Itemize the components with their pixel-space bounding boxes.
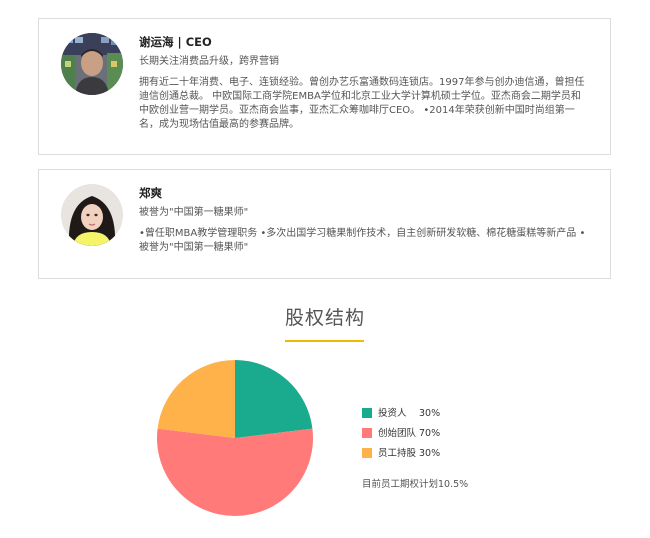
pie-slice xyxy=(157,428,313,516)
profile-bio: •曾任职MBA教学管理职务 •多次出国学习糖果制作技术，自主创新研发软糖、棉花糖… xyxy=(139,228,586,253)
legend-label: 投资人 xyxy=(378,408,407,419)
profile-bio: 拥有近二十年消费、电子、连锁经验。曾创办艺乐富通数码连锁店。1997年参与创办迪… xyxy=(139,77,585,130)
avatar-ceo xyxy=(61,33,123,95)
legend-label: 员工持股 xyxy=(378,448,417,459)
legend-item-founders: 创始团队 70% xyxy=(362,425,440,443)
legend-value: 30% xyxy=(419,448,441,459)
profile-name: 谢运海 | CEO xyxy=(139,35,212,49)
equity-section-title: 股权结构 xyxy=(284,307,365,329)
equity-note: 目前员工期权计划10.5% xyxy=(362,479,469,490)
profile-card-zheng: 郑爽 被誉为"中国第一糖果师" •曾任职MBA教学管理职务 •多次出国学习糖果制… xyxy=(38,169,611,279)
equity-pie-chart xyxy=(155,358,315,522)
legend-label: 创始团队 xyxy=(378,428,417,439)
legend-item-employees: 员工持股 30% xyxy=(362,445,440,463)
legend-value: 30% xyxy=(419,408,441,419)
chart-legend: 投资人 30% 创始团队 70% 员工持股 30% xyxy=(362,405,440,465)
profile-card-ceo: 谢运海 | CEO 长期关注消费品升级，跨界营销 拥有近二十年消费、电子、连锁经… xyxy=(38,18,611,155)
legend-value: 70% xyxy=(419,428,441,439)
legend-swatch xyxy=(362,407,372,418)
legend-swatch xyxy=(362,427,372,438)
pie-slice xyxy=(235,360,313,438)
profile-name: 郑爽 xyxy=(139,186,162,200)
avatar-zheng xyxy=(61,184,123,246)
legend-item-investor: 投资人 30% xyxy=(362,405,440,423)
profile-tagline: 被誉为"中国第一糖果师" xyxy=(139,207,249,218)
pie-slice xyxy=(157,360,235,438)
profile-tagline: 长期关注消费品升级，跨界营销 xyxy=(139,56,279,67)
legend-swatch xyxy=(362,447,372,458)
title-underline xyxy=(285,340,364,342)
